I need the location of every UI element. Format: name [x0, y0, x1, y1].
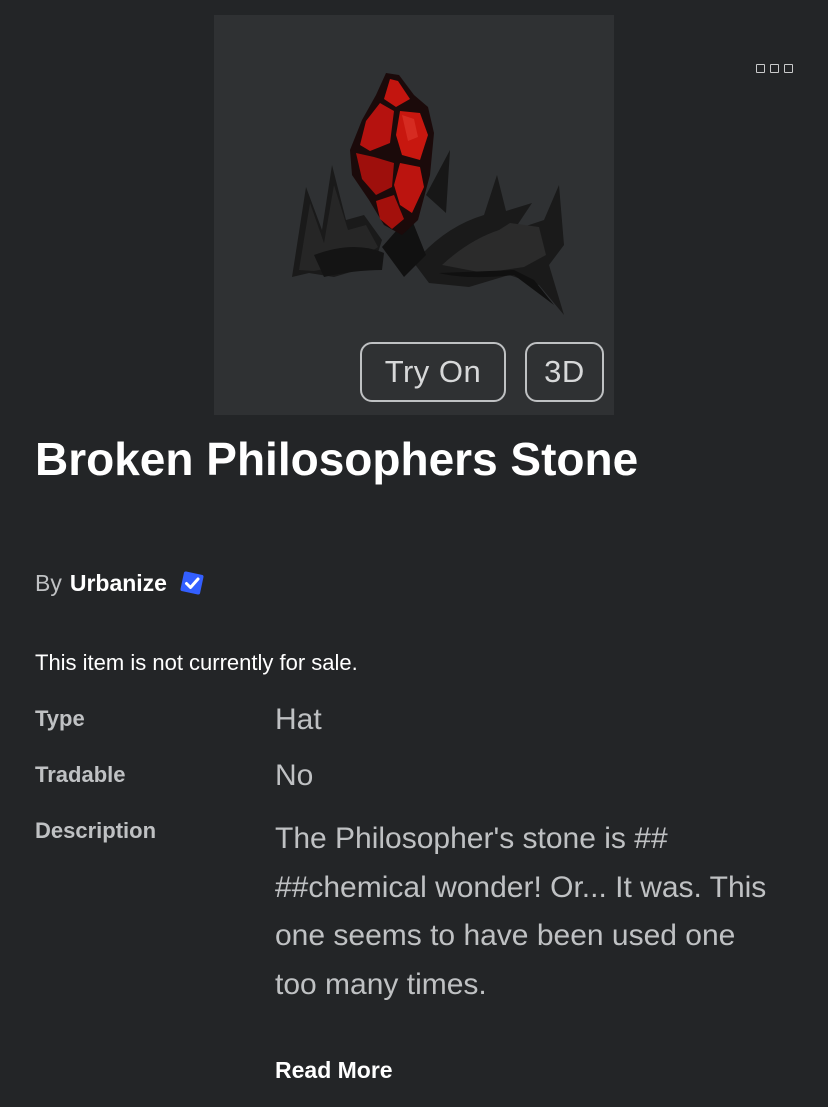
item-thumbnail[interactable]: Try On 3D [214, 15, 614, 415]
more-dot-icon [784, 64, 793, 73]
type-label: Type [35, 706, 85, 731]
try-on-button[interactable]: Try On [360, 342, 506, 402]
more-dot-icon [756, 64, 765, 73]
by-label: By [35, 570, 62, 596]
description-label: Description [35, 818, 157, 843]
type-value: Hat [275, 703, 322, 736]
more-options-icon[interactable] [756, 64, 794, 76]
view-3d-button[interactable]: 3D [525, 342, 604, 402]
more-dot-icon [770, 64, 779, 73]
tradable-value: No [275, 759, 314, 792]
read-more-link[interactable]: Read More [275, 1053, 393, 1087]
creator-byline: By Urbanize [35, 566, 207, 600]
tradable-label: Tradable [35, 762, 126, 787]
verified-badge-icon [177, 568, 207, 598]
item-title: Broken Philosophers Stone [35, 433, 639, 485]
description-text: The Philosopher's stone is ## ##chemical… [275, 822, 767, 1001]
creator-link[interactable]: Urbanize [70, 566, 167, 600]
sale-status-text: This item is not currently for sale. [35, 650, 358, 675]
